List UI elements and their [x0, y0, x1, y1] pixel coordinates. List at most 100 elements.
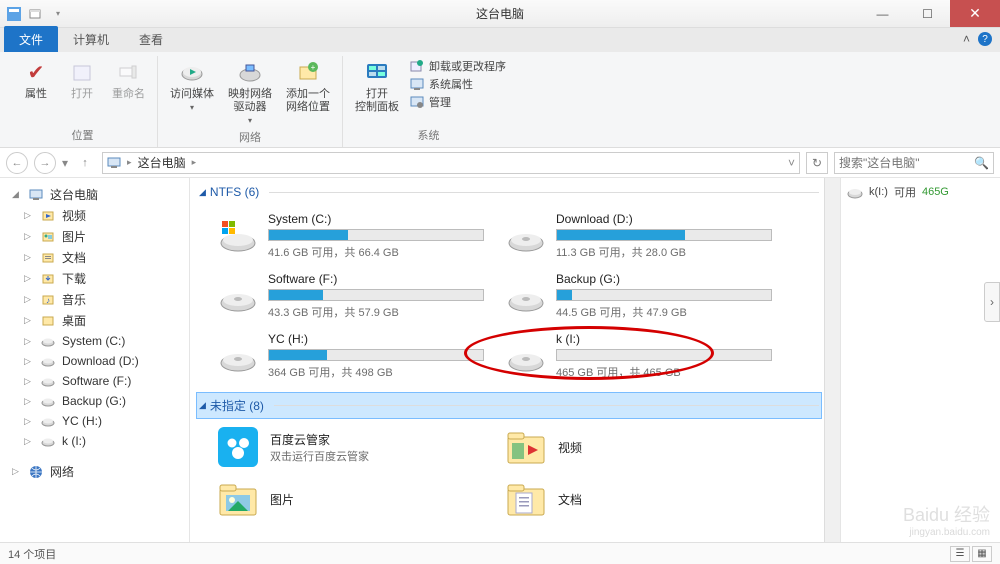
drive-item[interactable]: Backup (G:)44.5 GB 可用，共 47.9 GB	[500, 268, 776, 324]
folder-item[interactable]: 图片	[212, 475, 488, 523]
drive-name: YC (H:)	[268, 332, 484, 346]
expand-icon[interactable]: ▷	[24, 231, 34, 242]
sidebar-item[interactable]: ▷♪音乐	[0, 289, 189, 310]
drive-item[interactable]: Software (F:)43.3 GB 可用，共 57.9 GB	[212, 268, 488, 324]
folder-icon	[40, 229, 56, 245]
tab-view[interactable]: 查看	[124, 26, 178, 52]
address-dropdown-icon[interactable]: ˅	[788, 156, 795, 170]
view-icons-button[interactable]: ▦	[972, 546, 992, 562]
status-bar: 14 个项目 ☰ ▦	[0, 542, 1000, 564]
expand-icon[interactable]: ▷	[24, 252, 34, 263]
drive-name: Software (F:)	[268, 272, 484, 286]
content-area[interactable]: ◢ NTFS (6) System (C:)41.6 GB 可用，共 66.4 …	[190, 178, 840, 542]
search-input[interactable]	[839, 156, 974, 170]
expand-icon[interactable]: ▷	[24, 436, 34, 447]
expand-icon[interactable]: ▷	[24, 416, 34, 427]
nav-up-button[interactable]: ↑	[74, 152, 96, 174]
sidebar-item-label: Backup (G:)	[62, 394, 126, 408]
uninstall-programs-button[interactable]: 卸载或更改程序	[409, 58, 506, 74]
drive-icon	[40, 393, 56, 409]
sidebar-item[interactable]: ▷System (C:)	[0, 331, 189, 351]
open-button[interactable]: 打开	[62, 56, 102, 103]
expand-icon[interactable]: ▷	[24, 356, 34, 367]
section-unspecified[interactable]: ◢ 未指定 (8)	[196, 392, 822, 419]
qat-icon[interactable]	[28, 6, 44, 22]
folder-item[interactable]: 百度云管家双击运行百度云管家	[212, 423, 488, 471]
ribbon-group-network: 访问媒体 ▾ 映射网络 驱动器 ▾ + 添加一个 网络位置 网络	[158, 56, 343, 147]
drive-item[interactable]: YC (H:)364 GB 可用，共 498 GB	[212, 328, 488, 384]
ribbon: ✔ 属性 打开 重命名 位置 访问媒	[0, 52, 1000, 148]
drive-icon	[216, 218, 260, 254]
breadcrumb-root[interactable]: 这台电脑	[138, 154, 186, 171]
drive-icon	[504, 278, 548, 314]
scrollbar[interactable]	[824, 178, 840, 542]
nav-forward-button[interactable]: →	[34, 152, 56, 174]
tab-file[interactable]: 文件	[4, 26, 58, 52]
minimize-button[interactable]: —	[860, 0, 905, 27]
sidebar-item[interactable]: ▷Software (F:)	[0, 371, 189, 391]
folder-icon	[216, 479, 260, 519]
sidebar-item[interactable]: ▷下载	[0, 268, 189, 289]
expand-icon[interactable]: ▷	[12, 466, 22, 477]
qat-dropdown-icon[interactable]: ▾	[50, 6, 66, 22]
drive-item[interactable]: Download (D:)11.3 GB 可用，共 28.0 GB	[500, 208, 776, 264]
folder-name: 视频	[558, 439, 582, 456]
nav-history-dropdown[interactable]: ▾	[62, 156, 68, 170]
drive-item[interactable]: k (I:)465 GB 可用，共 465 GB	[500, 328, 776, 384]
help-icon[interactable]: ?	[978, 32, 992, 46]
section-ntfs[interactable]: ◢ NTFS (6)	[196, 180, 822, 204]
system-properties-button[interactable]: 系统属性	[409, 76, 506, 92]
rename-button[interactable]: 重命名	[108, 56, 149, 103]
sidebar-item[interactable]: ▷k (I:)	[0, 431, 189, 451]
sidebar-root-computer[interactable]: ◢ 这台电脑	[0, 184, 189, 205]
titlebar: ▾ 这台电脑 — ☐ ✕	[0, 0, 1000, 28]
maximize-button[interactable]: ☐	[905, 0, 950, 27]
sidebar-item[interactable]: ▷Download (D:)	[0, 351, 189, 371]
expand-icon[interactable]: ◢	[12, 189, 22, 200]
sidebar-item[interactable]: ▷桌面	[0, 310, 189, 331]
folder-icon	[504, 427, 548, 467]
network-icon	[28, 464, 44, 480]
drive-usage-bar	[268, 289, 484, 301]
nav-back-button[interactable]: ←	[6, 152, 28, 174]
expand-icon[interactable]: ▷	[24, 396, 34, 407]
expand-icon[interactable]: ▷	[24, 376, 34, 387]
map-drive-button[interactable]: 映射网络 驱动器 ▾	[224, 56, 276, 127]
expand-icon[interactable]: ▷	[24, 210, 34, 221]
address-bar[interactable]: ▸ 这台电脑 ▸ ˅	[102, 152, 800, 174]
sidebar-item[interactable]: ▷ Backup (G:)	[0, 391, 189, 411]
access-media-button[interactable]: 访问媒体 ▾	[166, 56, 218, 114]
ribbon-collapse-icon[interactable]: ˄	[963, 32, 970, 46]
sidebar-item[interactable]: ▷图片	[0, 226, 189, 247]
refresh-button[interactable]: ↻	[806, 152, 828, 174]
properties-button[interactable]: ✔ 属性	[16, 56, 56, 103]
view-details-button[interactable]: ☰	[950, 546, 970, 562]
folder-item[interactable]: 视频	[500, 423, 776, 471]
add-network-location-button[interactable]: + 添加一个 网络位置	[282, 56, 334, 116]
add-netloc-icon: +	[294, 58, 322, 86]
drive-item[interactable]: System (C:)41.6 GB 可用，共 66.4 GB	[212, 208, 488, 264]
media-icon	[178, 58, 206, 86]
folder-item[interactable]: 文档	[500, 475, 776, 523]
sidebar-item[interactable]: ▷YC (H:)	[0, 411, 189, 431]
drive-usage-bar	[268, 229, 484, 241]
folder-name: 百度云管家	[270, 431, 369, 448]
drive-icon	[504, 218, 548, 254]
expand-icon[interactable]: ▷	[24, 336, 34, 347]
sidebar-network[interactable]: ▷ 网络	[0, 461, 189, 482]
expand-icon[interactable]: ▷	[24, 315, 34, 326]
show-preview-button[interactable]: ›	[984, 282, 1000, 322]
close-button[interactable]: ✕	[950, 0, 1000, 27]
sidebar-item[interactable]: ▷视频	[0, 205, 189, 226]
tab-computer[interactable]: 计算机	[58, 26, 124, 52]
open-control-panel-button[interactable]: 打开 控制面板	[351, 56, 403, 116]
search-box[interactable]: 🔍	[834, 152, 994, 174]
app-icon	[6, 6, 22, 22]
svg-text:+: +	[311, 63, 316, 72]
expand-icon[interactable]: ▷	[24, 294, 34, 305]
sidebar-item-label: 音乐	[62, 291, 86, 308]
manage-button[interactable]: 管理	[409, 94, 506, 110]
sidebar-item[interactable]: ▷文档	[0, 247, 189, 268]
expand-icon[interactable]: ▷	[24, 273, 34, 284]
navigation-pane[interactable]: ◢ 这台电脑 ▷视频▷图片▷文档▷下载▷♪音乐▷桌面▷System (C:)▷D…	[0, 178, 190, 542]
